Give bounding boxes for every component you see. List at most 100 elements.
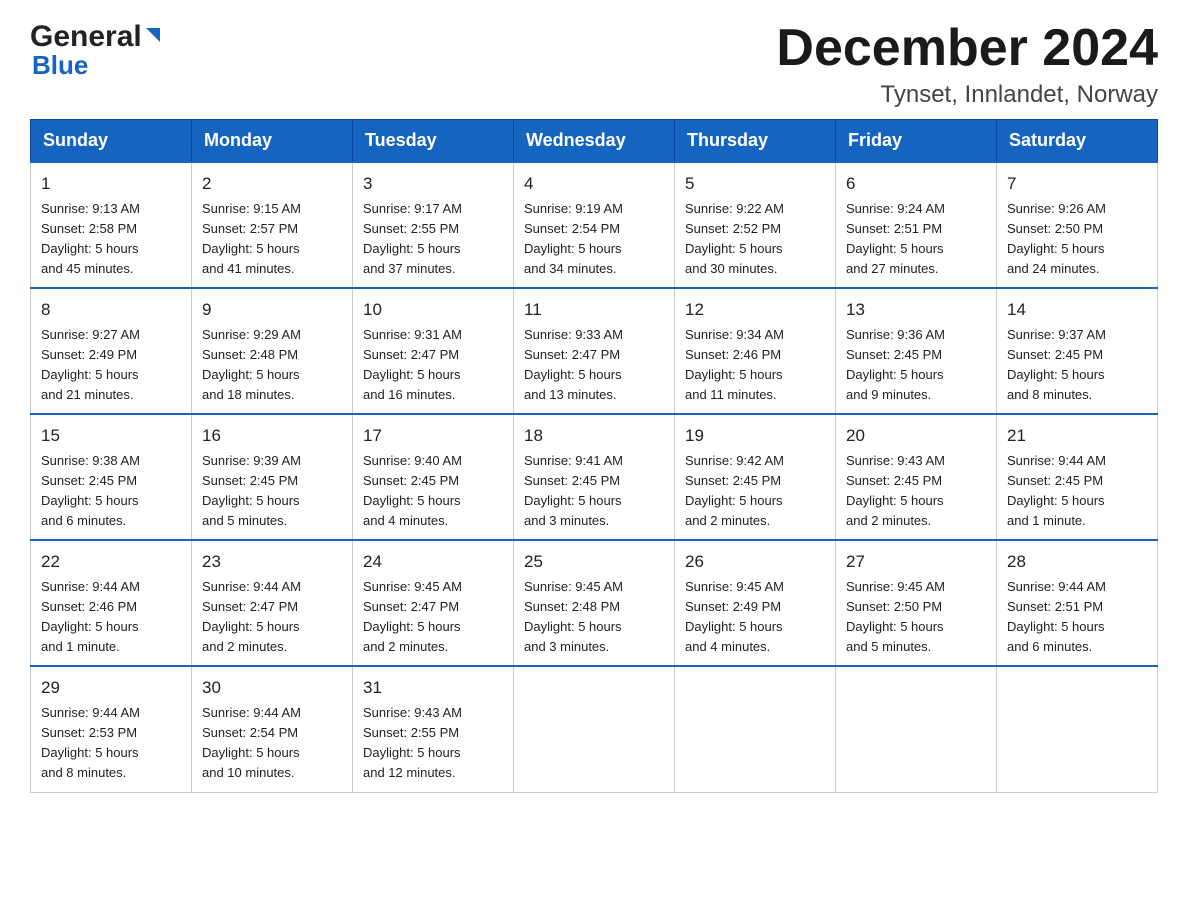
calendar-cell: 9Sunrise: 9:29 AMSunset: 2:48 PMDaylight… [192, 288, 353, 414]
sunset-text: Sunset: 2:47 PM [363, 347, 459, 362]
day-info: Sunrise: 9:31 AMSunset: 2:47 PMDaylight:… [363, 325, 503, 406]
sunrise-text: Sunrise: 9:44 AM [41, 579, 140, 594]
day-number: 14 [1007, 297, 1147, 323]
day-info: Sunrise: 9:40 AM Sunset: 2:45 PM Daylight:… [363, 451, 503, 532]
daylight-text: Daylight: 5 hours [202, 619, 300, 634]
daylight-text: and 45 minutes. [41, 261, 134, 276]
sunset-text: Sunset: 2:45 PM [363, 473, 459, 488]
day-info: Sunrise: 9:44 AMSunset: 2:47 PMDaylight:… [202, 577, 342, 658]
daylight-text: and 2 minutes. [363, 639, 448, 654]
daylight-text: Daylight: 5 hours [363, 745, 461, 760]
calendar-cell: 8Sunrise: 9:27 AMSunset: 2:49 PMDaylight… [31, 288, 192, 414]
daylight-text: Daylight: 5 hours [846, 493, 944, 508]
logo-general-text: General [30, 20, 142, 54]
page-header: General Blue December 2024 Tynset, Innla… [30, 20, 1158, 109]
daylight-text: and 4 minutes. [685, 639, 770, 654]
daylight-text: and 8 minutes. [1007, 387, 1092, 402]
calendar-cell: 29Sunrise: 9:44 AMSunset: 2:53 PMDayligh… [31, 666, 192, 792]
day-number: 6 [846, 171, 986, 197]
calendar-week-row: 15Sunrise: 9:38 AMSunset: 2:45 PMDayligh… [31, 414, 1158, 540]
calendar-cell: 11Sunrise: 9:33 AMSunset: 2:47 PMDayligh… [514, 288, 675, 414]
day-number: 10 [363, 297, 503, 323]
calendar-cell: 26Sunrise: 9:45 AMSunset: 2:49 PMDayligh… [675, 540, 836, 666]
sunrise-text: Sunrise: 9:45 AM [524, 579, 623, 594]
daylight-text: Daylight: 5 hours [363, 241, 461, 256]
day-info: Sunrise: 9:45 AMSunset: 2:49 PMDaylight:… [685, 577, 825, 658]
sunset-text: Sunset: 2:45 PM [1007, 347, 1103, 362]
day-number: 25 [524, 549, 664, 575]
sunrise-text: Sunrise: 9:33 AM [524, 327, 623, 342]
calendar-cell: 5Sunrise: 9:22 AMSunset: 2:52 PMDaylight… [675, 162, 836, 288]
location-subtitle: Tynset, Innlandet, Norway [776, 81, 1158, 109]
sunset-text: Sunset: 2:52 PM [685, 221, 781, 236]
daylight-text: and 37 minutes. [363, 261, 456, 276]
calendar-cell: 30Sunrise: 9:44 AMSunset: 2:54 PMDayligh… [192, 666, 353, 792]
calendar-cell: 16Sunrise: 9:39 AMSunset: 2:45 PMDayligh… [192, 414, 353, 540]
daylight-text: Daylight: 5 hours [363, 493, 461, 508]
sunrise-text: Sunrise: 9:26 AM [1007, 201, 1106, 216]
sunset-text: Sunset: 2:48 PM [524, 599, 620, 614]
calendar-cell: 28Sunrise: 9:44 AMSunset: 2:51 PMDayligh… [997, 540, 1158, 666]
day-number: 12 [685, 297, 825, 323]
day-info: Sunrise: 9:44 AMSunset: 2:51 PMDaylight:… [1007, 577, 1147, 658]
calendar-cell: 1Sunrise: 9:13 AMSunset: 2:58 PMDaylight… [31, 162, 192, 288]
day-number: 4 [524, 171, 664, 197]
sunrise-text: Sunrise: 9:42 AM [685, 453, 784, 468]
day-number: 24 [363, 549, 503, 575]
day-number: 15 [41, 423, 181, 449]
sunset-text: Sunset: 2:58 PM [41, 221, 137, 236]
calendar-week-row: 29Sunrise: 9:44 AMSunset: 2:53 PMDayligh… [31, 666, 1158, 792]
header-sunday: Sunday [31, 120, 192, 163]
day-number: 11 [524, 297, 664, 323]
header-monday: Monday [192, 120, 353, 163]
calendar-cell [675, 666, 836, 792]
sunrise-text: Sunrise: 9:44 AM [1007, 453, 1106, 468]
daylight-text: Daylight: 5 hours [685, 367, 783, 382]
calendar-cell: 18Sunrise: 9:41 AMSunset: 2:45 PMDayligh… [514, 414, 675, 540]
day-info: Sunrise: 9:44 AMSunset: 2:45 PMDaylight:… [1007, 451, 1147, 532]
calendar-cell: 19Sunrise: 9:42 AMSunset: 2:45 PMDayligh… [675, 414, 836, 540]
sunrise-text: Sunrise: 9:19 AM [524, 201, 623, 216]
daylight-text: and 1 minute. [41, 639, 120, 654]
logo: General Blue [30, 20, 164, 81]
day-info: Sunrise: 9:42 AMSunset: 2:45 PMDaylight:… [685, 451, 825, 532]
sunrise-text: Sunrise: 9:41 AM [524, 453, 623, 468]
day-info: Sunrise: 9:43 AMSunset: 2:45 PMDaylight:… [846, 451, 986, 532]
sunset-text: Sunset: 2:47 PM [524, 347, 620, 362]
calendar-cell [836, 666, 997, 792]
calendar-cell: 24Sunrise: 9:45 AMSunset: 2:47 PMDayligh… [353, 540, 514, 666]
calendar-cell: 27Sunrise: 9:45 AMSunset: 2:50 PMDayligh… [836, 540, 997, 666]
sunset-text: Sunset: 2:45 PM [524, 473, 620, 488]
day-info: Sunrise: 9:43 AMSunset: 2:55 PMDaylight:… [363, 703, 503, 784]
sunrise-text: Sunrise: 9:44 AM [202, 579, 301, 594]
sunrise-text: Sunrise: 9:40 AM [363, 453, 462, 468]
calendar-header-row: SundayMondayTuesdayWednesdayThursdayFrid… [31, 120, 1158, 163]
sunrise-text: Sunrise: 9:44 AM [41, 705, 140, 720]
daylight-text: and 16 minutes. [363, 387, 456, 402]
header-wednesday: Wednesday [514, 120, 675, 163]
day-number: 23 [202, 549, 342, 575]
daylight-text: and 11 minutes. [685, 387, 777, 402]
sunrise-text: Sunrise: 9:27 AM [41, 327, 140, 342]
sunset-text: Sunset: 2:49 PM [41, 347, 137, 362]
daylight-text: Daylight: 5 hours [1007, 619, 1105, 634]
sunrise-text: Sunrise: 9:37 AM [1007, 327, 1106, 342]
day-number: 7 [1007, 171, 1147, 197]
calendar-cell [997, 666, 1158, 792]
day-info: Sunrise: 9:36 AMSunset: 2:45 PMDaylight:… [846, 325, 986, 406]
daylight-text: and 9 minutes. [846, 387, 931, 402]
daylight-text: and 18 minutes. [202, 387, 295, 402]
calendar-cell: 13Sunrise: 9:36 AMSunset: 2:45 PMDayligh… [836, 288, 997, 414]
sunset-text: Sunset: 2:55 PM [363, 221, 459, 236]
daylight-text: and 2 minutes. [685, 513, 770, 528]
sunset-text: Sunset: 2:51 PM [846, 221, 942, 236]
daylight-text: Daylight: 5 hours [41, 619, 139, 634]
sunrise-text: Sunrise: 9:22 AM [685, 201, 784, 216]
daylight-text: Daylight: 5 hours [524, 493, 622, 508]
day-number: 3 [363, 171, 503, 197]
sunrise-text: Sunrise: 9:43 AM [363, 705, 462, 720]
sunrise-text: Sunrise: 9:17 AM [363, 201, 462, 216]
day-info: Sunrise: 9:17 AM Sunset: 2:55 PM Daylight:… [363, 199, 503, 280]
daylight-text: Daylight: 5 hours [1007, 367, 1105, 382]
day-info: Sunrise: 9:44 AMSunset: 2:46 PMDaylight:… [41, 577, 181, 658]
